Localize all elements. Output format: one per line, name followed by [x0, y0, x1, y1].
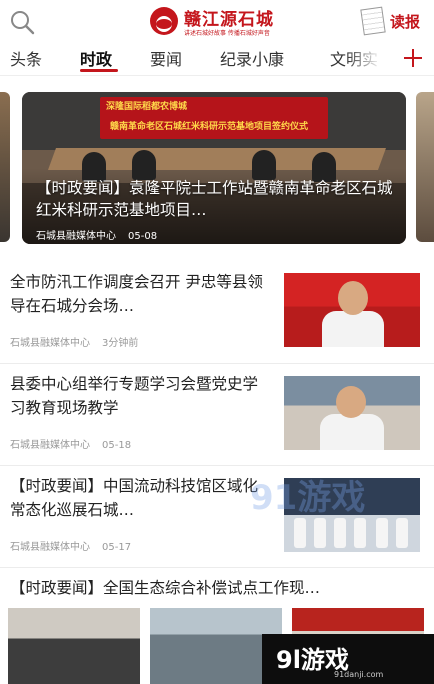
read-newspaper-label: 读报 [390, 13, 421, 31]
watermark-url: 91danji.com [334, 670, 384, 679]
news-title: 全市防汛工作调度会召开 尹忠等县领导在石城分会场… [10, 273, 263, 315]
news-source: 石城县融媒体中心 [10, 542, 90, 553]
news-title: 县委中心组举行专题学习会暨党史学习教育现场教学 [10, 375, 259, 417]
carousel-next-peek[interactable] [416, 92, 434, 242]
thumb-person [396, 518, 408, 548]
headline-carousel[interactable]: 深隆国际稻都农博城 赣南革命老区石城红米科研示范基地项目签约仪式 【时政要闻】袁… [0, 86, 434, 246]
logo-slogan: 讲述石城好故事 传播石城好声音 [184, 30, 270, 37]
tab-politics[interactable]: 时政 [80, 46, 112, 70]
news-time: 05-18 [102, 440, 132, 451]
thumb-person [334, 518, 346, 548]
news-thumbnail [8, 608, 140, 684]
add-channel-plus-icon[interactable] [396, 44, 430, 74]
news-meta: 石城县融媒体中心 05-18 [10, 436, 131, 451]
news-time: 05-17 [102, 542, 132, 553]
site-watermark: 9l游戏 91danji.com [262, 634, 434, 684]
news-meta: 石城县融媒体中心 3分钟前 [10, 334, 138, 349]
banner-line-2: 赣南革命老区石城红米科研示范基地项目签约仪式 [110, 122, 309, 132]
news-list-item[interactable]: 全市防汛工作调度会召开 尹忠等县领导在石城分会场… 石城县融媒体中心 3分钟前 [0, 262, 434, 364]
logo-emblem-icon [150, 7, 178, 35]
logo-title: 赣江源石城 [184, 10, 274, 30]
app-logo: 赣江源石城 讲述石城好故事 传播石城好声音 [150, 4, 290, 40]
thumb-person-face [336, 386, 366, 418]
slide-photo-person [132, 150, 156, 180]
watermark-ghost-logo: 91游戏 [250, 478, 366, 518]
thumb-person-shirt [322, 311, 384, 347]
banner-line-1: 深隆国际稻都农博城 [106, 102, 188, 112]
tab-headlines[interactable]: 头条 [10, 46, 42, 70]
slide-photo-banner: 深隆国际稻都农博城 赣南革命老区石城红米科研示范基地项目签约仪式 [100, 97, 328, 139]
news-title: 【时政要闻】中国流动科技馆区域化常态化巡展石城… [10, 477, 259, 519]
news-source: 石城县融媒体中心 [10, 338, 90, 349]
tabs-fade [346, 42, 390, 75]
thumb-person [376, 518, 388, 548]
thumb-person [354, 518, 366, 548]
tab-news[interactable]: 要闻 [150, 46, 182, 70]
news-source: 石城县融媒体中心 [10, 440, 90, 451]
active-tab-indicator [80, 69, 118, 72]
news-time: 3分钟前 [102, 338, 139, 349]
channel-tabs: 头条 时政 要闻 纪录小康 文明实 [0, 42, 434, 76]
slide-source: 石城县融媒体中心 [36, 231, 116, 242]
news-thumbnail [284, 273, 420, 347]
slide-date: 05-08 [128, 231, 158, 242]
news-thumbnail [284, 376, 420, 450]
slide-photo-person [252, 150, 276, 180]
slide-meta: 石城县融媒体中心 05-08 [36, 227, 157, 242]
newspaper-icon [360, 6, 386, 36]
search-icon[interactable] [8, 8, 36, 36]
top-bar: 赣江源石城 讲述石城好故事 传播石城好声音 读报 [0, 0, 434, 42]
news-list-item[interactable]: 县委中心组举行专题学习会暨党史学习教育现场教学 石城县融媒体中心 05-18 [0, 364, 434, 466]
slide-caption: 【时政要闻】袁隆平院士工作站暨赣南革命老区石城红米科研示范基地项目… [36, 179, 393, 219]
thumb-person-face [338, 281, 368, 315]
news-meta: 石城县融媒体中心 05-17 [10, 538, 131, 553]
carousel-prev-peek[interactable] [0, 92, 10, 242]
tab-record-xiaokang[interactable]: 纪录小康 [220, 46, 284, 70]
news-title: 【时政要闻】全国生态综合补偿试点工作现… [10, 579, 321, 597]
read-newspaper-button[interactable]: 读报 [360, 6, 426, 38]
carousel-slide[interactable]: 深隆国际稻都农博城 赣南革命老区石城红米科研示范基地项目签约仪式 【时政要闻】袁… [22, 92, 406, 244]
thumb-person [294, 518, 306, 548]
thumb-person-shirt [320, 414, 384, 450]
thumb-person [314, 518, 326, 548]
news-list-item[interactable]: 【时政要闻】中国流动科技馆区域化常态化巡展石城… 石城县融媒体中心 05-17 [0, 466, 434, 568]
